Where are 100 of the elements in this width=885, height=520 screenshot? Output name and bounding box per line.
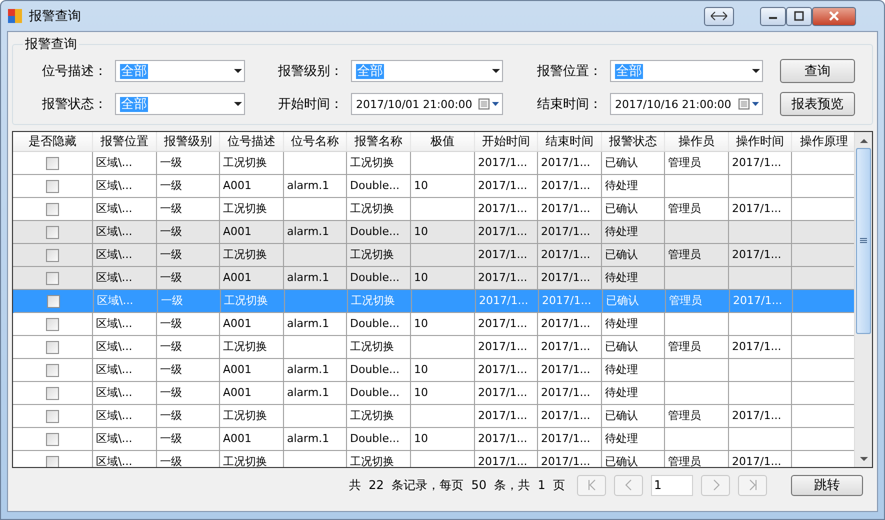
table-cell: 管理员	[665, 451, 729, 467]
hide-checkbox[interactable]	[46, 248, 59, 262]
column-header[interactable]: 操作时间	[729, 132, 792, 151]
column-header[interactable]: 报警状态	[602, 132, 665, 151]
hide-checkbox[interactable]	[46, 456, 59, 467]
table-cell: 区域\...	[93, 451, 157, 467]
table-cell: 管理员	[665, 152, 729, 175]
table-row[interactable]: 区域\... 一级 工况切换 工况切换 2017/1... 2017/1... 已确认 管理员 2017/1...	[13, 244, 854, 267]
table-row[interactable]: 区域\... 一级 A001 alarm.1 Double... 10 2017/1... 2017/1... 待处理	[13, 428, 854, 451]
field-label: 开始时间：	[277, 96, 344, 113]
hide-checkbox[interactable]	[46, 432, 59, 446]
date-picker[interactable]: 2017/10/01 21:00:00	[351, 93, 503, 115]
previous-page-icon[interactable]	[614, 474, 643, 496]
hide-checkbox[interactable]	[46, 386, 59, 400]
hide-checkbox[interactable]	[47, 294, 60, 308]
table-row[interactable]: 区域\... 一级 工况切换 工况切换 2017/1... 2017/1... 已确认 管理员 2017/1...	[13, 405, 854, 428]
date-picker[interactable]: 2017/10/16 21:00:00	[610, 93, 763, 115]
field-label: 报警级别：	[277, 63, 344, 80]
field-label: 报警位置：	[536, 63, 603, 80]
table-cell: 一级	[157, 405, 220, 428]
next-page-icon[interactable]	[701, 474, 730, 496]
table-row[interactable]: 区域\... 一级 A001 alarm.1 Double... 10 2017/1... 2017/1... 待处理	[13, 221, 854, 244]
scroll-up-icon[interactable]	[860, 138, 868, 142]
hide-checkbox[interactable]	[46, 340, 59, 354]
table-cell: 区域\...	[93, 428, 157, 451]
table-cell: 管理员	[665, 405, 729, 428]
report-preview-button[interactable]: 报表预览	[780, 92, 855, 116]
table-cell: 一级	[157, 313, 220, 336]
column-header[interactable]: 极值	[411, 132, 475, 151]
hide-checkbox[interactable]	[46, 180, 59, 192]
table-cell: 一级	[157, 382, 220, 405]
table-row[interactable]: 区域\... 一级 工况切换 工况切换 2017/1... 2017/1... 已确认 管理员 2017/1...	[13, 152, 854, 175]
table-cell: 工况切换	[220, 405, 284, 428]
hide-checkbox[interactable]	[46, 156, 59, 170]
column-header[interactable]: 报警位置	[93, 132, 157, 151]
scrollbar[interactable]	[854, 132, 872, 467]
table-row[interactable]: 区域\... 一级 工况切换 工况切换 2017/1... 2017/1... 已确认 管理员 2017/1...	[13, 336, 854, 359]
column-header[interactable]: 开始时间	[475, 132, 538, 151]
table-cell: 工况切换	[347, 152, 411, 175]
app-icon	[7, 8, 23, 24]
column-header[interactable]: 报警级别	[157, 132, 220, 151]
table-cell: 2017/1...	[538, 359, 602, 382]
table-cell: 2017/1...	[729, 336, 792, 359]
column-header[interactable]: 结束时间	[538, 132, 602, 151]
table-cell: 2017/1...	[476, 290, 539, 313]
column-header[interactable]: 操作员	[665, 132, 729, 151]
field-label: 结束时间：	[536, 96, 603, 113]
table-row[interactable]: 区域\... 一级 A001 alarm.1 Double... 10 2017/1... 2017/1... 待处理	[13, 382, 854, 405]
scroll-thumb[interactable]	[856, 148, 871, 334]
hide-checkbox[interactable]	[46, 202, 59, 216]
minimize-icon[interactable]	[760, 6, 786, 26]
first-page-icon[interactable]	[577, 474, 606, 496]
resize-icon[interactable]	[704, 6, 734, 26]
column-header[interactable]: 报警名称	[347, 132, 411, 151]
table-cell: 2017/1...	[538, 152, 602, 175]
dropdown-arrow-icon	[234, 68, 242, 74]
close-icon[interactable]	[812, 6, 856, 26]
table-cell: 2017/1...	[475, 359, 538, 382]
table-cell: 2017/1...	[475, 405, 538, 428]
query-button[interactable]: 查询	[780, 59, 855, 83]
table-cell: 2017/1...	[538, 451, 602, 467]
last-page-icon[interactable]	[738, 474, 767, 496]
table-cell: 工况切换	[220, 152, 284, 175]
column-header[interactable]: 位号描述	[220, 132, 284, 151]
scroll-down-icon[interactable]	[860, 456, 868, 462]
maximize-icon[interactable]	[786, 6, 812, 26]
table-cell: 已确认	[602, 405, 665, 428]
table-cell: 2017/1...	[475, 152, 538, 175]
table-cell: 10	[411, 428, 475, 451]
table-cell: 区域\...	[93, 359, 157, 382]
hide-checkbox[interactable]	[46, 364, 59, 376]
table-cell: 待处理	[602, 428, 665, 451]
hide-checkbox[interactable]	[46, 318, 59, 330]
hide-checkbox[interactable]	[46, 410, 59, 422]
table-cell: Double...	[347, 359, 411, 382]
table-cell: 2017/1...	[729, 152, 792, 175]
table-cell: alarm.1	[284, 359, 347, 382]
table-cell: 区域\...	[93, 313, 157, 336]
page-input[interactable]: 1	[651, 474, 693, 496]
table-cell: 2017/1...	[538, 336, 602, 359]
table-row[interactable]: 区域\... 一级 A001 alarm.1 Double... 10 2017/1... 2017/1... 待处理	[13, 175, 854, 198]
table-row[interactable]: 区域\... 一级 A001 alarm.1 Double... 10 2017/1... 2017/1... 待处理	[13, 267, 854, 290]
column-header[interactable]: 是否隐藏	[13, 132, 93, 151]
table-cell: 区域\...	[93, 336, 157, 359]
table-cell: A001	[220, 382, 284, 405]
table-row[interactable]: 区域\... 一级 A001 alarm.1 Double... 10 2017/1... 2017/1... 待处理	[13, 359, 854, 382]
table-cell: 待处理	[602, 382, 665, 405]
column-header[interactable]: 位号名称	[284, 132, 347, 151]
table-cell: 区域\...	[94, 290, 158, 313]
table-cell: 2017/1...	[475, 451, 538, 467]
table-cell: 10	[411, 175, 475, 198]
table-row[interactable]: 区域\... 一级 A001 alarm.1 Double... 10 2017/1... 2017/1... 待处理	[13, 313, 854, 336]
table-cell: 工况切换	[347, 336, 411, 359]
hide-checkbox[interactable]	[46, 226, 59, 238]
jump-button[interactable]: 跳转	[791, 474, 863, 496]
table-cell: 一级	[157, 175, 220, 198]
record-summary: 共 22 条记录，每页 50 条，共 1 页	[349, 476, 565, 494]
table-cell: Double...	[347, 313, 411, 336]
table-cell: 10	[411, 382, 475, 405]
hide-checkbox[interactable]	[46, 272, 59, 284]
